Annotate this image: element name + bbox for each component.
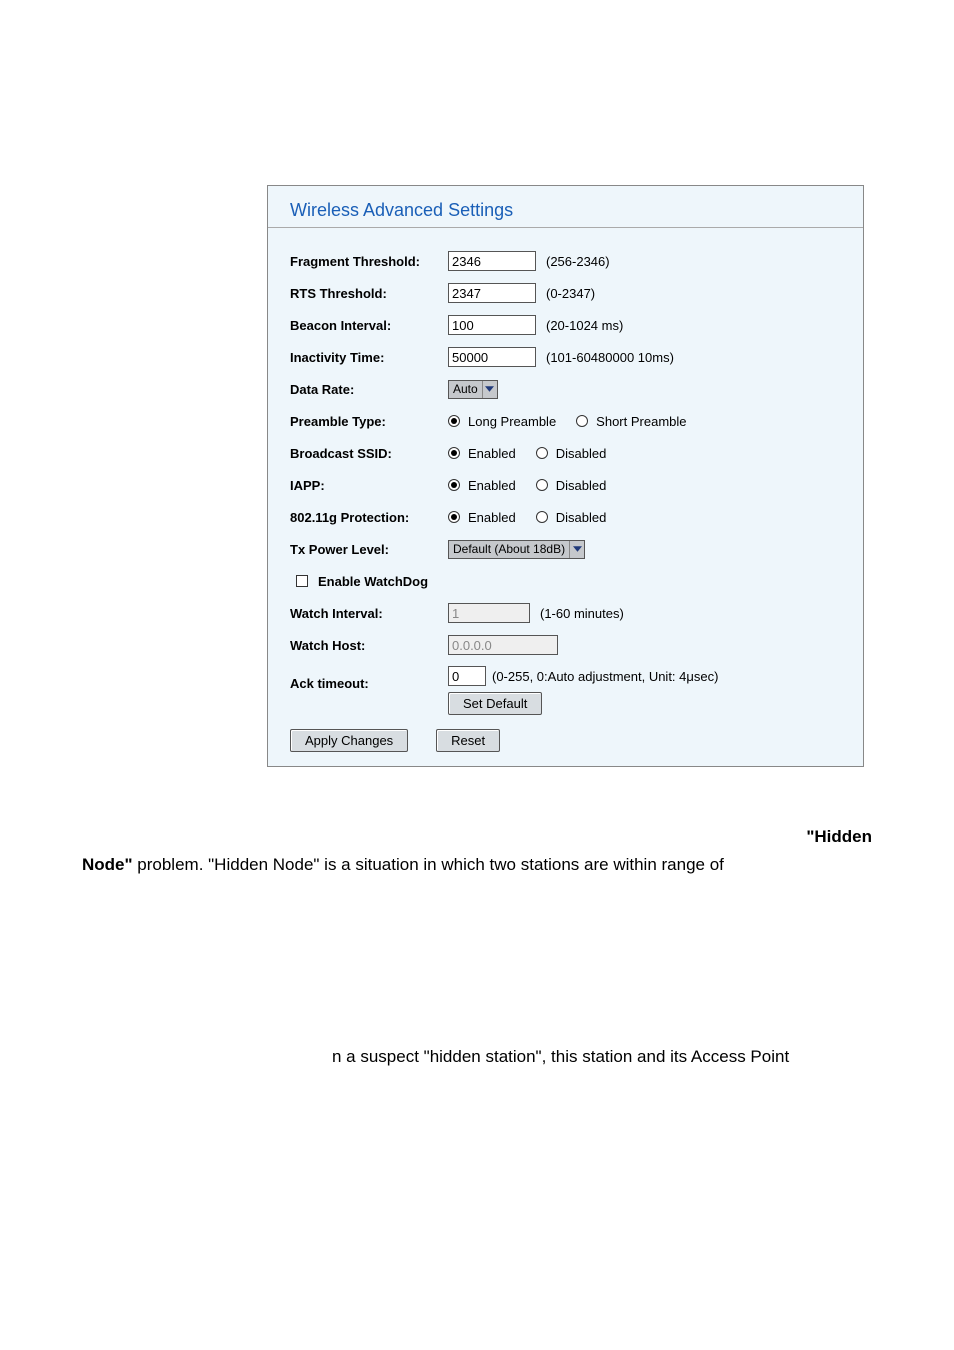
broadcast-ssid-label: Broadcast SSID: (290, 446, 448, 461)
watch-interval-label: Watch Interval: (290, 606, 448, 621)
rts-threshold-label: RTS Threshold: (290, 286, 448, 301)
iapp-enabled-radio[interactable] (448, 479, 460, 491)
inactivity-time-input[interactable] (448, 347, 536, 367)
broadcast-ssid-enabled-label: Enabled (468, 446, 516, 461)
beacon-interval-label: Beacon Interval: (290, 318, 448, 333)
tx-power-select[interactable]: Default (About 18dB) (448, 540, 585, 559)
node-bold: Node" (82, 855, 133, 874)
watch-host-label: Watch Host: (290, 638, 448, 653)
beacon-interval-input[interactable] (448, 315, 536, 335)
g-protection-enabled-label: Enabled (468, 510, 516, 525)
watch-interval-hint: (1-60 minutes) (540, 606, 624, 621)
data-rate-select[interactable]: Auto (448, 380, 498, 399)
panel-header: Wireless Advanced Settings (268, 186, 863, 228)
iapp-disabled-radio[interactable] (536, 479, 548, 491)
preamble-short-radio[interactable] (576, 415, 588, 427)
tx-power-label: Tx Power Level: (290, 542, 448, 557)
g-protection-disabled-radio[interactable] (536, 511, 548, 523)
set-default-button[interactable]: Set Default (448, 692, 542, 715)
node-rest: problem. "Hidden Node" is a situation in… (133, 855, 724, 874)
rts-threshold-input[interactable] (448, 283, 536, 303)
fragment-threshold-hint: (256-2346) (546, 254, 610, 269)
hidden-text: "Hidden (82, 823, 872, 851)
g-protection-label: 802.11g Protection: (290, 510, 448, 525)
data-rate-label: Data Rate: (290, 382, 448, 397)
ack-timeout-label: Ack timeout: (290, 666, 448, 691)
chevron-down-icon (569, 541, 584, 558)
broadcast-ssid-disabled-radio[interactable] (536, 447, 548, 459)
apply-changes-button[interactable]: Apply Changes (290, 729, 408, 752)
inactivity-time-label: Inactivity Time: (290, 350, 448, 365)
enable-watchdog-checkbox[interactable] (296, 575, 308, 587)
iapp-label: IAPP: (290, 478, 448, 493)
fragment-threshold-label: Fragment Threshold: (290, 254, 448, 269)
iapp-disabled-label: Disabled (556, 478, 607, 493)
panel-title: Wireless Advanced Settings (290, 200, 513, 220)
reset-button[interactable]: Reset (436, 729, 500, 752)
data-rate-value: Auto (453, 382, 478, 396)
tx-power-value: Default (About 18dB) (453, 542, 565, 556)
fragment-threshold-input[interactable] (448, 251, 536, 271)
preamble-short-label: Short Preamble (596, 414, 686, 429)
settings-panel: Wireless Advanced Settings Fragment Thre… (267, 185, 864, 767)
preamble-long-label: Long Preamble (468, 414, 556, 429)
ack-timeout-hint: (0-255, 0:Auto adjustment, Unit: 4μsec) (492, 669, 718, 684)
enable-watchdog-label: Enable WatchDog (318, 574, 428, 589)
preamble-type-label: Preamble Type: (290, 414, 448, 429)
broadcast-ssid-disabled-label: Disabled (556, 446, 607, 461)
inactivity-time-hint: (101-60480000 10ms) (546, 350, 674, 365)
rts-threshold-hint: (0-2347) (546, 286, 595, 301)
chevron-down-icon (482, 381, 497, 398)
body-text: "Hidden Node" problem. "Hidden Node" is … (82, 823, 872, 879)
iapp-enabled-label: Enabled (468, 478, 516, 493)
broadcast-ssid-enabled-radio[interactable] (448, 447, 460, 459)
ack-timeout-input[interactable] (448, 666, 486, 686)
beacon-interval-hint: (20-1024 ms) (546, 318, 623, 333)
watch-host-input[interactable] (448, 635, 558, 655)
body-text-2: n a suspect "hidden station", this stati… (332, 1043, 954, 1071)
g-protection-disabled-label: Disabled (556, 510, 607, 525)
g-protection-enabled-radio[interactable] (448, 511, 460, 523)
watch-interval-input[interactable] (448, 603, 530, 623)
preamble-long-radio[interactable] (448, 415, 460, 427)
